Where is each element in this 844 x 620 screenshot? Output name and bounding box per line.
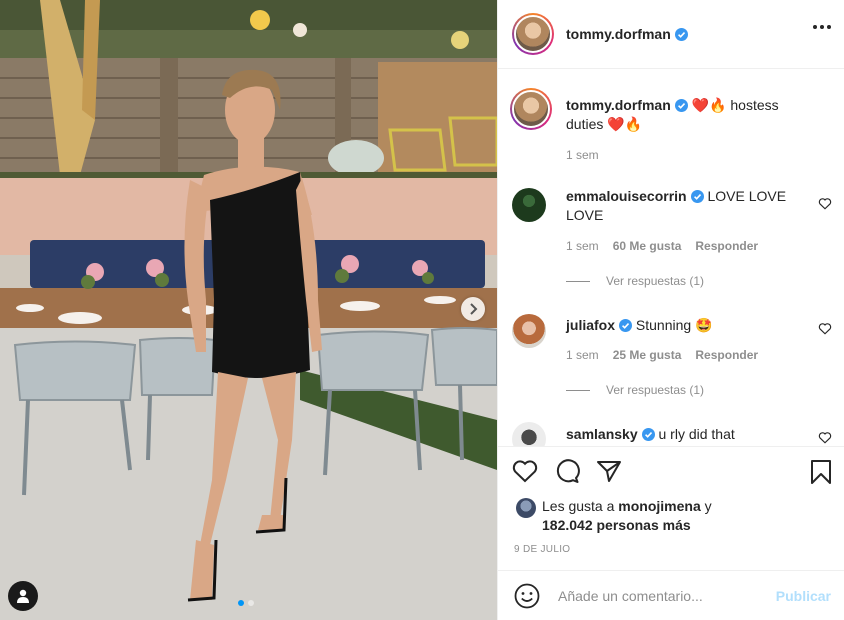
comment-time[interactable]: 1 sem [566,239,599,253]
caption-time[interactable]: 1 sem [566,148,599,162]
likes-count[interactable]: 182.042 personas más [542,517,691,533]
comment-meta: 1 sem 25 Me gusta Responder [566,348,758,362]
comment-item: samlansky u rly did that [512,422,832,446]
caption-body: tommy.dorfman ❤️🔥 hostess duties ❤️🔥 [566,96,802,134]
comment-time[interactable]: 1 sem [566,348,599,362]
more-options-button[interactable] [813,25,831,29]
verified-badge-icon [619,319,633,332]
verified-badge-icon [674,27,688,41]
view-replies-button[interactable]: Ver respuestas (1) [566,383,704,397]
liker-username[interactable]: monojimena [618,498,700,514]
post-image [0,0,497,620]
post-side-panel: tommy.dorfman tommy.dorfman ❤️🔥 hostess … [497,0,844,620]
author-avatar[interactable] [512,13,554,55]
comment-text: u rly did that [658,426,735,442]
caption: tommy.dorfman ❤️🔥 hostess duties ❤️🔥 1 s… [510,88,832,170]
likes-summary: Les gusta a monojimena y 182.042 persona… [516,497,732,535]
chevron-right-icon [470,303,478,315]
view-replies-button[interactable]: Ver respuestas (1) [566,274,704,288]
comment-body: samlansky u rly did that [566,425,802,444]
comment-text: Stunning 🤩 [635,317,713,333]
verified-badge-icon [674,99,688,112]
view-replies-label: Ver respuestas (1) [606,383,705,397]
comment-body: juliafox Stunning 🤩 [566,316,802,335]
comment-username[interactable]: emmalouisecorrin [566,188,687,204]
smiley-icon [514,583,540,608]
comment-bubble-icon [556,459,580,483]
caption-meta: 1 sem [566,148,599,162]
like-comment-heart-icon[interactable] [818,197,832,210]
tagged-users-button[interactable] [8,581,38,611]
commenter-avatar[interactable] [512,422,546,446]
verified-badge-icon [690,190,704,203]
comment-meta: 1 sem 60 Me gusta Responder [566,239,758,253]
post-date[interactable]: 9 DE JULIO [514,544,570,555]
publish-button[interactable]: Publicar [776,588,831,604]
carousel-dot [248,600,254,606]
post-actions: Les gusta a monojimena y 182.042 persona… [498,446,844,570]
like-button[interactable] [512,459,538,486]
comment-item: juliafox Stunning 🤩 1 sem 25 Me gusta Re… [512,314,832,424]
likes-connector: y [704,498,712,514]
carousel-indicator [238,600,254,606]
share-button[interactable] [596,459,622,486]
like-comment-heart-icon[interactable] [818,322,832,335]
commenter-avatar[interactable] [512,314,546,348]
liker-avatar[interactable] [516,498,536,518]
comment-username[interactable]: juliafox [566,317,615,333]
next-photo-button[interactable] [461,297,485,321]
author-username[interactable]: tommy.dorfman [566,26,671,42]
reply-button[interactable]: Responder [695,348,758,362]
post-photo[interactable] [0,0,497,620]
comment-username[interactable]: samlansky [566,426,638,442]
comment-composer: Publicar [498,570,844,620]
comment-likes[interactable]: 60 Me gusta [613,239,682,253]
user-tag-icon [17,589,29,603]
comment-input[interactable] [558,587,758,604]
commenter-avatar[interactable] [512,188,546,222]
paper-plane-icon [597,461,621,482]
heart-icon [512,460,538,483]
view-replies-label: Ver respuestas (1) [606,274,705,288]
comment-likes[interactable]: 25 Me gusta [613,348,682,362]
likes-prefix: Les gusta a [542,498,615,514]
caption-username[interactable]: tommy.dorfman [566,97,671,113]
bookmark-icon [811,460,831,484]
post-viewer: tommy.dorfman tommy.dorfman ❤️🔥 hostess … [0,0,844,620]
save-button[interactable] [809,459,833,488]
comments-list: tommy.dorfman ❤️🔥 hostess duties ❤️🔥 1 s… [498,70,844,446]
like-comment-heart-icon[interactable] [818,431,832,444]
emoji-button[interactable] [514,583,540,609]
comment-button[interactable] [554,459,580,486]
verified-badge-icon [641,428,655,441]
carousel-dot-active [238,600,244,606]
reply-button[interactable]: Responder [695,239,758,253]
comment-body: emmalouisecorrin LOVE LOVE LOVE [566,187,802,225]
caption-avatar[interactable] [510,88,552,130]
comment-item: emmalouisecorrin LOVE LOVE LOVE 1 sem 60… [512,188,832,298]
action-icons [512,459,622,486]
post-header: tommy.dorfman [498,0,844,69]
